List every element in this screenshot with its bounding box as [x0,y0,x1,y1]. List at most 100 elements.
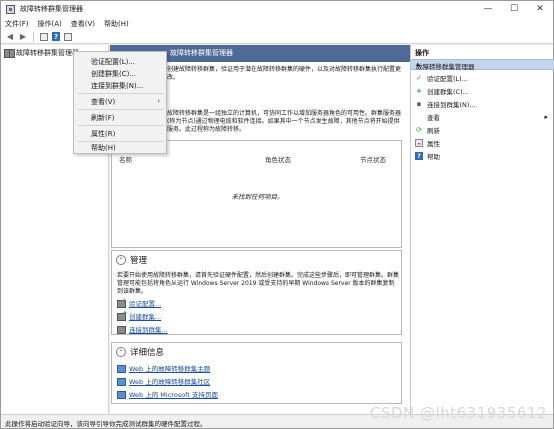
create-cluster-icon [117,309,128,321]
intro-text: 创建故障转移群集，验证用于潜在故障转移群集的硬件，以及对故障转移群集执行配置更改… [167,66,402,81]
column-header-name[interactable]: 名称 [119,154,132,164]
connect-icon: ▪ [416,100,422,108]
menu-divider [78,109,164,110]
ctx-help[interactable]: 帮助(H) [91,143,116,153]
more-info-header[interactable]: ⌃ 详细信息 [116,346,164,358]
maximize-button[interactable]: ☐ [501,1,527,17]
actions-title: 操作 [415,49,429,57]
ctx-refresh[interactable]: 刷新(F) [91,113,115,123]
center-header-title: 故障转移群集管理器 [170,49,233,57]
action-label: 查看 [427,114,440,122]
action-view[interactable]: 查看 ▸ [415,112,551,122]
management-header[interactable]: ⌃ 管理 [116,254,147,266]
management-title: 管理 [130,256,148,266]
collapse-icon[interactable]: ⌃ [116,347,126,357]
action-label: 创建群集(C)... [427,88,469,96]
cluster-icon [4,49,15,58]
window-title: 故障转移群集管理器 [20,5,83,13]
title-bar: 故障转移群集管理器 — ☐ ✕ [1,1,553,17]
forward-icon[interactable]: ▶ [18,32,28,42]
menu-divider [78,93,164,94]
properties-icon: ≡ [415,139,423,147]
menu-action[interactable]: 操作(A) [38,19,62,29]
action-properties[interactable]: ≡ 属性 [415,138,551,148]
validate-config-link[interactable]: 验证配置... [129,298,161,308]
web-link-icon [117,390,126,399]
action-create-cluster[interactable]: + 创建群集(C)... [415,86,551,96]
menu-bar: 文件(F) 操作(A) 查看(V) 帮助(H) [1,17,553,30]
ctx-view[interactable]: 查看(V) [91,97,115,107]
action-label: 帮助 [427,153,440,161]
info-link-row[interactable]: Web 上的故障转移群集社区 [117,376,210,386]
validate-config-link-row[interactable]: 验证配置... [117,296,161,308]
management-panel: ⌃ 管理 若要开始使用故障转移群集，请首先验证硬件配置，然后创建群集。完成这些步… [111,250,402,335]
actions-pane: 操作 故障转移群集管理器 ▴ ✓ 验证配置(L)... + 创建群集(C)...… [410,45,554,414]
column-header-role-status[interactable]: 角色状态 [265,154,291,164]
connect-cluster-link[interactable]: 连接到群集... [129,324,168,334]
menu-divider [78,125,164,126]
tree-item-cluster-manager[interactable]: 故障转移群集管理器 [4,48,79,58]
action-connect[interactable]: ▪ 连接到群集(N)... [415,99,551,109]
create-cluster-link-row[interactable]: 创建群集... [117,309,161,321]
topics-link[interactable]: Web 上的故障转移群集主题 [129,363,210,373]
support-link[interactable]: Web 上的 Microsoft 支持页面 [129,389,218,399]
tree-item-label: 故障转移群集管理器 [16,49,79,57]
refresh-icon: ⟳ [416,126,422,134]
validate-icon [117,296,127,308]
more-info-panel: ⌃ 详细信息 Web 上的故障转移群集主题 Web 上的故障转移群集社区 Web… [111,342,402,404]
help-icon: ? [415,152,423,160]
console-tree-icon [40,32,48,41]
menu-file[interactable]: 文件(F) [5,19,29,29]
action-pane-icon [64,32,72,41]
view-icon [415,113,423,121]
ctx-create-cluster[interactable]: 创建群集(C)... [91,69,136,79]
action-label: 验证配置(L)... [427,75,468,83]
create-cluster-link[interactable]: 创建群集... [129,311,161,321]
app-window: 故障转移群集管理器 — ☐ ✕ 文件(F) 操作(A) 查看(V) 帮助(H) … [0,0,554,429]
close-button[interactable]: ✕ [527,1,553,17]
menu-view[interactable]: 查看(V) [71,19,95,29]
show-tree-button[interactable] [39,32,49,42]
toolbar: ◀ ▶ ? [1,30,553,44]
minimize-button[interactable]: — [475,1,501,17]
ctx-validate-config[interactable]: 验证配置(L)... [91,57,135,67]
back-icon[interactable]: ◀ [5,32,15,42]
description-text: 故障转移群集是一组独立的计算机，可协同工作以增加服务器角色的可用性。群集服务器(… [167,110,402,133]
connect-cluster-icon [117,325,126,334]
action-refresh[interactable]: ⟳ 刷新 [415,125,551,135]
column-header-node-status[interactable]: 节点状态 [360,154,386,164]
submenu-arrow-icon: ▸ [544,113,548,121]
action-label: 属性 [427,140,440,148]
cluster-manager-icon [6,4,15,14]
web-link-icon [117,377,126,386]
community-link[interactable]: Web 上的故障转移群集社区 [129,376,210,386]
watermark-text: CSDN @lht631935612 [370,404,547,422]
help-icon[interactable]: ? [52,32,60,41]
action-help[interactable]: ? 帮助 [415,151,551,161]
web-link-icon [117,364,126,373]
toolbar-divider [33,31,34,42]
empty-message: 未找到任何项目。 [231,193,284,201]
validate-icon: ✓ [416,74,422,82]
show-actions-button[interactable] [63,32,73,42]
action-validate[interactable]: ✓ 验证配置(L)... [415,73,551,83]
info-link-row[interactable]: Web 上的 Microsoft 支持页面 [117,389,218,399]
actions-group-header[interactable]: 故障转移群集管理器 ▴ [411,59,554,71]
ctx-properties[interactable]: 属性(R) [91,129,115,139]
ctx-connect-cluster[interactable]: 连接到群集(N)... [91,81,143,91]
action-label: 刷新 [427,127,440,135]
menu-help[interactable]: 帮助(H) [104,19,129,29]
context-menu: 验证配置(L)... 创建群集(C)... 连接到群集(N)... 查看(V) … [73,51,167,154]
status-text: 此操作将启动验证向导，该向导引导你完成测试群集的硬件配置过程。 [5,420,207,428]
submenu-arrow-icon: › [157,97,160,105]
clusters-panel: 名称 角色状态 节点状态 未找到任何项目。 [111,140,402,248]
collapse-caret-icon[interactable]: ▴ [416,60,550,68]
action-label: 连接到群集(N)... [427,101,476,109]
create-cluster-icon: + [416,87,422,95]
connect-cluster-link-row[interactable]: 连接到群集... [117,324,168,334]
more-info-title: 详细信息 [130,348,165,358]
menu-divider [78,141,164,142]
management-text: 若要开始使用故障转移群集，请首先验证硬件配置，然后创建群集。完成这些步骤后，即可… [117,272,400,295]
info-link-row[interactable]: Web 上的故障转移群集主题 [117,363,210,373]
collapse-icon[interactable]: ⌃ [116,255,126,265]
